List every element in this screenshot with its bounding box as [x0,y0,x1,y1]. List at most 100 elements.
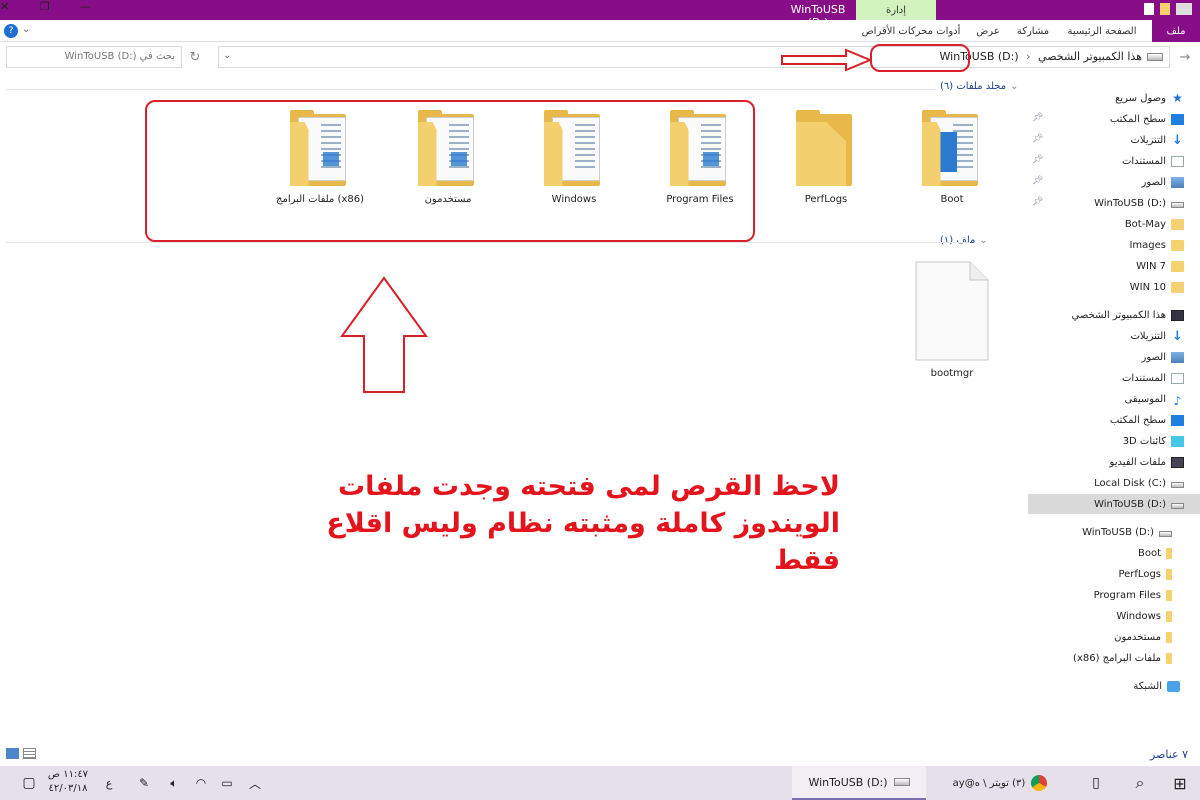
drive-icon [1171,482,1184,488]
language-indicator[interactable]: ع [94,766,124,800]
tab-drive-tools[interactable]: أدوات محركات الأقراص [856,23,966,40]
new-folder-icon[interactable] [1160,3,1170,15]
files-group-header[interactable]: ⌄ ملف (١) [940,235,1020,246]
pin-icon[interactable]: 📌︎ [1032,176,1043,186]
file-icon [915,261,989,361]
group-divider [6,242,970,243]
sidebar-item-label: PerfLogs [1118,568,1161,580]
sidebar-item[interactable]: المستندات [1122,151,1184,171]
tab-home[interactable]: الصفحة الرئيسية [1060,23,1144,40]
list-view-icon[interactable] [23,748,36,759]
start-button[interactable]: ⊞ [1160,766,1200,800]
search-button[interactable]: ⌕ [1120,766,1160,800]
folder-item[interactable]: Boot [912,108,992,223]
objects-3d-icon [1171,435,1184,447]
pin-icon[interactable]: 📌︎ [1032,134,1043,144]
back-button[interactable]: → [1176,47,1194,67]
folder-icon [916,108,988,188]
sidebar-item[interactable]: الصور [1142,172,1184,192]
sidebar-label: هذا الكمبيوتر الشخصي [1071,309,1167,321]
sidebar-drive-folder[interactable]: PerfLogs [1118,564,1172,584]
address-highlight-oval [870,44,970,72]
drive-icon [893,778,910,786]
folder-item[interactable]: PerfLogs [786,108,866,223]
red-arrow-up [340,276,428,393]
sidebar-item[interactable]: WIN 10 [1130,277,1184,297]
properties-icon[interactable] [1144,3,1154,15]
sidebar-drive-folder[interactable]: Boot [1138,543,1172,563]
manage-tab[interactable]: إدارة [856,0,936,20]
sidebar-item[interactable]: Local Disk (C:) [1094,473,1184,493]
pin-icon[interactable]: 📌︎ [1032,155,1043,165]
sidebar-item-label: التنزيلات [1130,330,1166,342]
sidebar-item[interactable]: ♪ الموسيقى [1124,389,1184,409]
search-icon: ⌕ [1135,773,1145,792]
help-icon[interactable]: ? [4,24,18,38]
sidebar-label: الشبكة [1133,680,1162,692]
minimize-button[interactable]: — [80,0,91,13]
tab-view[interactable]: عرض [970,23,1006,40]
file-item-bootmgr[interactable]: bootmgr [912,260,992,390]
pen-icon[interactable]: ✎ [130,766,158,800]
pin-icon[interactable]: 📌︎ [1032,197,1043,207]
back-arrow-icon: → [1179,49,1191,65]
sidebar-drive-folder[interactable]: ملفات البرامج (x86) [1073,648,1172,668]
address-dropdown-icon[interactable]: ⌄ [223,50,231,61]
breadcrumb-this-pc[interactable]: هذا الكمبيوتر الشخصي [1038,50,1142,63]
volume-icon[interactable]: 🔈︎ [160,766,188,800]
chevron-down-icon: ⌄ [1010,81,1019,92]
pin-icon[interactable]: 📌︎ [1032,113,1043,123]
view-toggles [6,748,40,760]
sidebar-item[interactable]: ↓ التنزيلات [1130,130,1184,150]
expand-ribbon-icon[interactable]: ⌄ [22,24,30,35]
sidebar-this-pc[interactable]: هذا الكمبيوتر الشخصي [1071,305,1184,325]
sidebar-item[interactable]: ملفات الفيديو [1110,452,1184,472]
sidebar-quick-access[interactable]: ★ وصول سريع [1115,88,1184,108]
sidebar-item-label: ملفات البرامج (x86) [1073,652,1161,664]
action-center-button[interactable]: ▢ [14,766,44,800]
sidebar-item-label: التنزيلات [1130,134,1166,146]
clock[interactable]: ١١:٤٧ ص ٤٢/٠٣/١٨ [44,768,92,798]
refresh-button[interactable]: ↻ [186,47,204,67]
search-input[interactable]: بحث في WinToUSB (D:) [6,46,182,68]
sidebar-network[interactable]: الشبكة [1133,676,1180,696]
folder-icon [1166,547,1172,559]
sidebar-item[interactable]: الصور [1142,347,1184,367]
sidebar-item[interactable]: ↓ التنزيلات [1130,326,1184,346]
sidebar-item[interactable]: كائنات 3D [1123,431,1184,451]
group-divider [6,89,936,90]
show-hidden-icons[interactable]: ︿ [240,766,270,800]
address-bar[interactable]: هذا الكمبيوتر الشخصي ‹ WinToUSB (D:) ⌄ [218,46,1170,68]
folders-group-header[interactable]: ⌄ مجلد ملفات (٦) [940,81,1020,92]
wifi-icon[interactable]: ◠ [188,766,214,800]
sidebar-drive-tree[interactable]: WinToUSB (D:) [1082,522,1172,542]
tab-share[interactable]: مشاركة [1008,23,1058,40]
sidebar-item[interactable]: Bot-May [1125,214,1184,234]
sidebar-drive-folder[interactable]: Program Files [1094,585,1172,605]
music-icon: ♪ [1173,393,1182,408]
details-view-icon[interactable] [6,748,19,759]
notification-icon: ▢ [22,775,36,791]
sidebar-label: WinToUSB (D:) [1082,526,1154,538]
sidebar-item[interactable]: WIN 7 [1136,256,1184,276]
sidebar-drive-folder[interactable]: Windows [1116,606,1172,626]
windows-logo-icon: ⊞ [1173,773,1187,793]
task-view-button[interactable]: ▯ [1076,766,1116,800]
taskbar-chrome[interactable]: (٣) تويتر \ ه@ay [930,766,1070,800]
sidebar-item[interactable]: WinToUSB (D:) [1028,494,1200,514]
drive-icon [1147,53,1163,61]
taskbar-explorer[interactable]: WinToUSB (D:) [792,766,926,800]
close-button[interactable]: ✕ [0,0,9,13]
tab-file[interactable]: ملف [1152,20,1200,42]
sidebar-item[interactable]: المستندات [1122,368,1184,388]
battery-icon[interactable]: ▭ [214,766,240,800]
folder-icon [1171,281,1184,293]
sidebar-item[interactable]: سطح المكتب [1110,410,1184,430]
close-icon: ✕ [0,0,10,13]
sidebar-item-label: المستندات [1121,155,1166,167]
sidebar-item[interactable]: سطح المكتب [1110,109,1184,129]
sidebar-item[interactable]: WinToUSB (D:) [1094,193,1184,213]
sidebar-drive-folder[interactable]: مستخدمون [1114,627,1172,647]
sidebar-item[interactable]: Images [1129,235,1184,255]
restore-button[interactable]: ❐ [40,0,50,13]
